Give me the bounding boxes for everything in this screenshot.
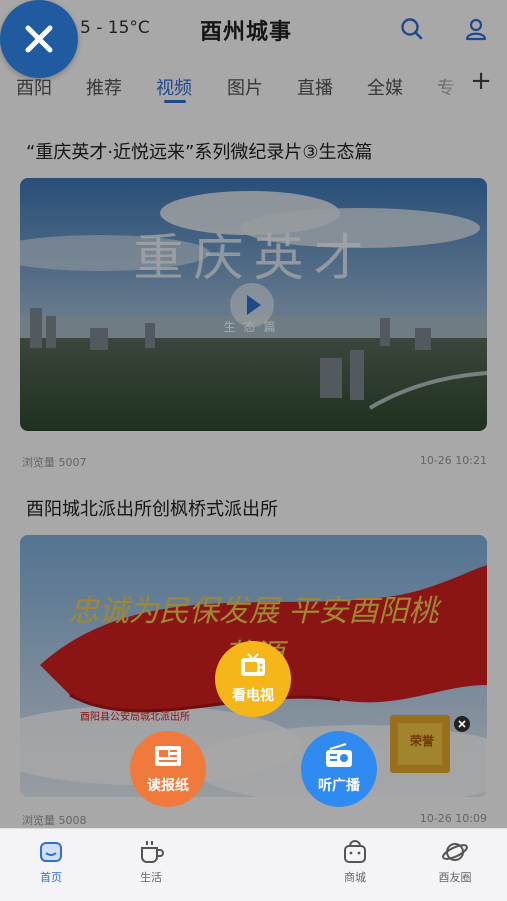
home-icon bbox=[36, 837, 66, 867]
nav-mall[interactable]: 商城 bbox=[320, 829, 390, 901]
coffee-cup-icon bbox=[136, 837, 166, 867]
nav-home[interactable]: 首页 bbox=[16, 829, 86, 901]
close-icon bbox=[25, 25, 53, 53]
nav-friends[interactable]: 酉友圈 bbox=[420, 829, 490, 901]
nav-label-friends: 酉友圈 bbox=[438, 871, 472, 884]
watch-tv-label: 看电视 bbox=[232, 688, 274, 704]
planet-icon bbox=[440, 837, 470, 867]
read-newspaper-label: 读报纸 bbox=[147, 778, 189, 794]
nav-label-mall: 商城 bbox=[344, 871, 366, 884]
nav-label-life: 生活 bbox=[140, 871, 162, 884]
read-newspaper-button[interactable]: 读报纸 bbox=[130, 731, 206, 807]
bottom-nav: 首页 生活 商城 酉友圈 bbox=[0, 828, 507, 901]
radio-icon bbox=[326, 743, 352, 767]
close-ad-icon[interactable] bbox=[454, 716, 470, 732]
listen-radio-button[interactable]: 听广播 bbox=[301, 731, 377, 807]
modal-overlay[interactable] bbox=[0, 0, 507, 900]
listen-radio-label: 听广播 bbox=[318, 778, 360, 794]
watch-tv-button[interactable]: 看电视 bbox=[215, 641, 291, 717]
newspaper-icon bbox=[155, 746, 181, 766]
nav-life[interactable]: 生活 bbox=[116, 829, 186, 901]
tv-icon bbox=[241, 653, 265, 676]
nav-label-home: 首页 bbox=[40, 871, 62, 884]
shopping-bag-icon bbox=[340, 837, 370, 867]
